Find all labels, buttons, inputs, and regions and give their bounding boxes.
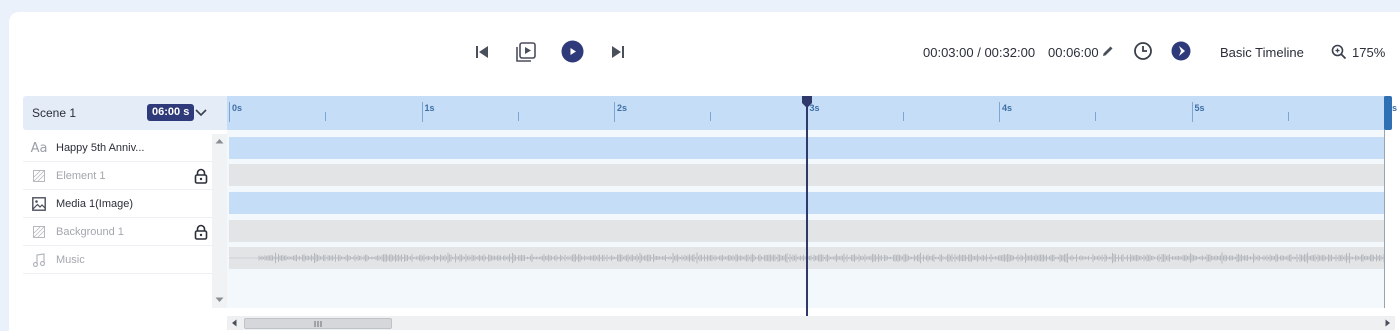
ruler-minor-tick [1095,112,1097,121]
ruler-minor-tick [902,112,904,121]
timeline-mode-toggle[interactable] [1170,40,1192,62]
play-preview-icon [516,42,536,62]
playhead-line[interactable] [806,104,808,316]
ruler-major-tick [999,102,1000,122]
duration-value: 00:06:00 [1048,45,1099,60]
ruler-major-tick [1191,102,1193,122]
chevron-down-icon[interactable] [193,106,209,120]
ruler-label: 2s [617,103,628,113]
scrollbar-thumb[interactable] [244,318,392,329]
scroll-left-icon[interactable] [231,319,237,327]
timeline-mode-label[interactable]: Basic Timeline [1220,45,1304,60]
scene-name: Scene 1 [32,106,77,120]
element-icon [31,224,47,240]
skip-to-end-button[interactable] [608,42,628,62]
ruler-major-tick [421,102,423,122]
layer-label: Music [56,254,85,266]
skip-forward-icon [612,46,624,58]
scroll-right-icon[interactable] [1385,319,1391,327]
preview-play-button[interactable] [514,40,538,64]
ruler-major-tick [229,102,230,122]
layer-label: Happy 5th Anniv... [56,142,145,154]
play-icon [561,40,584,63]
clock-history-icon [1134,42,1152,60]
text-icon: Aa [30,140,48,156]
play-button[interactable] [561,40,584,63]
time-display: 00:03:00 / 00:32:00 [923,45,1036,60]
ruler-major-tick [614,102,615,122]
pencil-icon [1103,46,1113,56]
history-button[interactable] [1132,40,1154,62]
zoom-level: 175% [1352,45,1386,60]
playhead-handle-icon[interactable] [801,96,813,108]
music-note-icon [31,252,47,268]
edit-duration-button[interactable] [1101,44,1115,58]
ruler-label: 4s [1002,103,1013,113]
skip-back-icon [476,46,488,58]
layer-label: Element 1 [56,170,106,182]
scene-header[interactable]: Scene 1 06:00 s [23,96,227,130]
layer-label: Background 1 [56,226,124,238]
layer-row-text[interactable]: Aa Happy 5th Anniv... [23,134,212,162]
scroll-up-icon[interactable] [215,138,224,144]
layer-row-background[interactable]: Background 1 [23,218,212,246]
ruler-minor-tick [325,112,327,121]
layer-list: Aa Happy 5th Anniv... Element 1 Media 1(… [23,134,212,274]
layer-row-element[interactable]: Element 1 [23,162,212,190]
layer-label: Media 1(Image) [56,198,134,210]
lock-icon[interactable] [194,168,208,184]
zoom-button[interactable] [1330,43,1348,61]
ruler-label: 5s [1194,103,1205,113]
ruler-minor-tick [710,112,712,121]
scene-duration-badge: 06:00 s [147,104,195,121]
ruler-label: 1s [424,103,435,113]
skip-to-start-button[interactable] [472,42,492,62]
scroll-down-icon[interactable] [215,297,224,303]
layer-list-scrollbar[interactable] [212,134,227,308]
mode-toggle-icon [1171,41,1191,61]
grip-icon [314,321,322,327]
ruler-minor-tick [517,112,519,121]
image-icon [31,196,47,212]
zoom-in-icon [1331,44,1347,60]
element-icon [31,168,47,184]
timeline-end-handle[interactable] [1384,96,1392,130]
ruler-label: 0s [232,103,243,113]
layer-row-image[interactable]: Media 1(Image) [23,190,212,218]
lock-icon[interactable] [194,224,208,240]
timeline-horizontal-scrollbar[interactable] [227,316,1395,330]
ruler-minor-tick [1287,112,1289,121]
layer-row-music[interactable]: Music [23,246,212,274]
